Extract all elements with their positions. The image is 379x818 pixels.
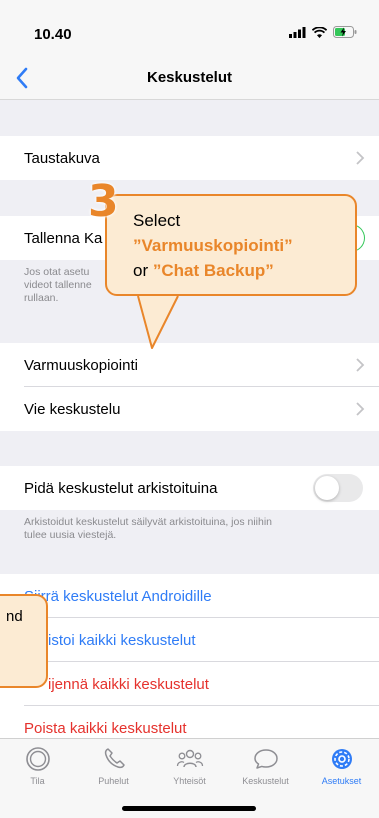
home-indicator <box>122 806 256 811</box>
chevron-right-icon <box>356 402 365 416</box>
chats-icon <box>253 749 278 769</box>
export-chat-label: Vie keskustelu <box>24 400 121 418</box>
tab-status[interactable]: Tila <box>0 745 75 786</box>
tab-label: Keskustelut <box>242 776 289 786</box>
partial-callout: nd <box>0 594 48 688</box>
page-title: Keskustelut <box>146 69 233 86</box>
tab-settings[interactable]: Asetukset <box>304 745 379 786</box>
status-icons <box>289 26 357 38</box>
footnote-line: rullaan. <box>24 292 59 304</box>
callout-text: Select ”Varmuuskopiointi” or ”Chat Backu… <box>133 208 293 283</box>
callout-line-select: Select <box>133 211 181 230</box>
phone-icon <box>104 748 125 769</box>
partial-callout-text: nd <box>6 608 23 625</box>
status-bar: 10.40 <box>0 0 379 56</box>
navigation-bar: Keskustelut <box>0 56 379 100</box>
settings-icon <box>331 749 352 769</box>
callout-or: or <box>133 261 153 280</box>
communities-icon <box>176 749 203 768</box>
status-icon <box>25 747 50 771</box>
wallpaper-group: Taustakuva <box>0 136 379 180</box>
footnote-line: Jos otat asetu <box>24 266 90 278</box>
tab-chats[interactable]: Keskustelut <box>228 745 303 786</box>
backup-export-group: Varmuuskopiointi Vie keskustelu <box>0 343 379 431</box>
save-to-camera-footnote: Jos otat asetu videot tallenne rullaan. <box>24 266 92 305</box>
tab-label: Tila <box>30 776 45 786</box>
keep-archived-group: Pidä keskustelut arkistoituina <box>0 466 379 510</box>
footnote-line: Arkistoidut keskustelut säilyvät arkisto… <box>24 516 273 528</box>
tab-communities[interactable]: Yhteisöt <box>152 745 227 786</box>
chevron-right-icon <box>356 151 365 165</box>
move-to-android-row[interactable]: Siirrä keskustelut Androidille <box>0 574 379 618</box>
keep-archived-row: Pidä keskustelut arkistoituina <box>0 466 379 510</box>
keep-archived-label: Pidä keskustelut arkistoituina <box>24 479 218 497</box>
footnote-line: tulee uusia viestejä. <box>24 529 117 541</box>
tab-calls[interactable]: Puhelut <box>76 745 151 786</box>
tab-label: Yhteisöt <box>173 776 206 786</box>
export-chat-row[interactable]: Vie keskustelu <box>0 387 379 431</box>
step-number: 3 <box>88 176 119 227</box>
toggle-knob <box>315 476 339 500</box>
status-time: 10.40 <box>34 26 72 43</box>
tab-label: Asetukset <box>321 776 362 786</box>
save-to-camera-label: Tallenna Ka <box>24 229 103 247</box>
backup-label: Varmuuskopiointi <box>24 356 138 374</box>
clear-all-label: ijennä kaikki keskustelut <box>48 675 209 693</box>
callout-pointer <box>137 294 179 349</box>
instruction-callout: Select ”Varmuuskopiointi” or ”Chat Backu… <box>105 194 357 296</box>
chevron-right-icon <box>356 358 365 372</box>
wifi-icon <box>312 26 327 38</box>
battery-charging-icon <box>333 26 357 38</box>
clear-all-row[interactable]: ijennä kaikki keskustelut <box>0 662 379 706</box>
archive-all-row[interactable]: istoi kaikki keskustelut <box>0 618 379 662</box>
callout-line-option2: or ”Chat Backup” <box>133 258 293 283</box>
footnote-line: videot tallenne <box>24 279 92 291</box>
move-to-android-label: Siirrä keskustelut Androidille <box>24 587 212 605</box>
tab-label: Puhelut <box>98 776 129 786</box>
tab-bar: Tila Puhelut Yhteisöt Keskustelut Asetuk… <box>0 738 379 818</box>
wallpaper-row[interactable]: Taustakuva <box>0 136 379 180</box>
keep-archived-toggle[interactable] <box>313 474 363 502</box>
archive-all-label: istoi kaikki keskustelut <box>48 631 196 649</box>
callout-option2-accent: ”Chat Backup” <box>152 261 274 280</box>
chat-actions-group: Siirrä keskustelut Androidille istoi kai… <box>0 574 379 750</box>
keep-archived-footnote: Arkistoidut keskustelut säilyvät arkisto… <box>24 516 272 542</box>
delete-all-label: Poista kaikki keskustelut <box>24 719 187 737</box>
callout-line-option1: ”Varmuuskopiointi” <box>133 236 293 255</box>
wallpaper-label: Taustakuva <box>24 149 100 167</box>
signal-icon <box>289 26 306 38</box>
